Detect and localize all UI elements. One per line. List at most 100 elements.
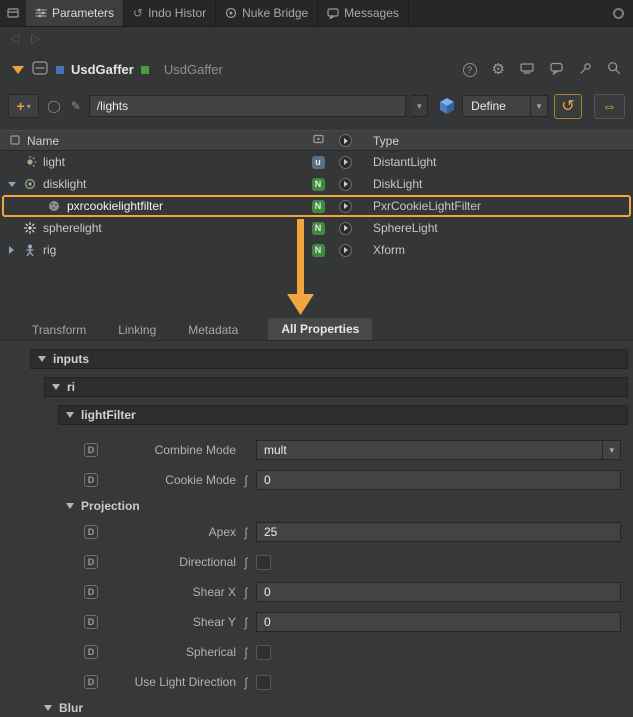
usd-cube-icon (438, 97, 456, 115)
tab-label: Indo Histor (148, 6, 206, 20)
tab-metadata[interactable]: Metadata (186, 320, 240, 340)
name-column-icon (10, 134, 20, 148)
tree-row-spherelight[interactable]: spherelight N SphereLight (0, 217, 633, 239)
param-shear-y: D Shear Y ʃ (0, 607, 633, 637)
name-column-header: Name (0, 134, 305, 148)
activation-toggle-icon[interactable] (339, 244, 352, 257)
expression-icon[interactable]: ʃ (236, 615, 256, 630)
tab-undo-history[interactable]: ↺ Indo Histor (124, 0, 216, 26)
add-prim-button[interactable]: + ▾ (8, 94, 39, 118)
collapse-triangle-icon (66, 412, 74, 418)
chevron-down-icon: ▾ (530, 96, 548, 116)
node-path-label: UsdGaffer (164, 62, 223, 77)
display-options-icon[interactable] (520, 62, 535, 78)
tab-messages[interactable]: Messages (318, 0, 409, 26)
collapse-triangle-icon (44, 705, 52, 711)
parameters-pane: Parameters ↺ Indo Histor Nuke Bridge Mes… (0, 0, 633, 717)
default-flag-badge[interactable]: D (84, 585, 98, 599)
collapse-triangle-icon[interactable] (12, 66, 24, 74)
tree-row-disklight[interactable]: disklight N DiskLight (0, 173, 633, 195)
expression-icon[interactable]: ʃ (236, 525, 256, 540)
search-icon[interactable] (607, 61, 621, 78)
type-column-header: Type (359, 134, 633, 148)
default-flag-badge[interactable]: D (84, 443, 98, 457)
help-icon[interactable]: ? (463, 63, 477, 77)
record-icon[interactable] (603, 0, 633, 26)
expander-open-icon[interactable] (6, 182, 17, 187)
spherical-checkbox[interactable] (256, 645, 271, 660)
distant-light-icon (22, 155, 38, 169)
reload-button[interactable]: ↺ (554, 94, 581, 119)
sliders-icon (35, 7, 47, 19)
default-flag-badge[interactable]: D (84, 645, 98, 659)
prim-path-input[interactable] (89, 95, 406, 117)
composition-badge: N (312, 244, 325, 257)
forward-icon[interactable]: ▷ (31, 31, 40, 45)
back-icon[interactable]: ◁ (10, 31, 19, 45)
pin-icon[interactable] (579, 62, 592, 78)
tab-label: Nuke Bridge (242, 6, 308, 20)
tree-row-light[interactable]: light u DistantLight (0, 151, 633, 173)
apex-input[interactable] (256, 522, 621, 542)
collapse-triangle-icon (38, 356, 46, 362)
collapse-triangle-icon (52, 384, 60, 390)
tab-parameters[interactable]: Parameters (26, 0, 124, 26)
activation-toggle-icon[interactable] (339, 222, 352, 235)
expand-collapse-button[interactable]: ⇔ (594, 94, 625, 119)
composition-badge: u (312, 156, 325, 169)
expression-icon[interactable]: ʃ (236, 585, 256, 600)
group-ri[interactable]: ri (44, 377, 628, 397)
top-tab-bar: Parameters ↺ Indo Histor Nuke Bridge Mes… (0, 0, 633, 27)
activation-toggle-icon[interactable] (339, 178, 352, 191)
combine-mode-select[interactable]: mult ▾ (256, 440, 621, 460)
default-flag-badge[interactable]: D (84, 525, 98, 539)
define-dropdown[interactable]: Define ▾ (462, 95, 548, 117)
input-flag-square[interactable] (56, 66, 64, 74)
chevron-down-icon: ▾ (602, 441, 620, 459)
composition-badge: N (312, 222, 325, 235)
tree-row-pxrcookielightfilter[interactable]: pxrcookielightfilter N PxrCookieLightFil… (0, 195, 633, 217)
param-cookie-mode: D Cookie Mode ʃ (0, 465, 633, 495)
chevron-down-icon: ▾ (417, 101, 422, 112)
expression-icon[interactable]: ʃ (236, 473, 256, 488)
tree-row-rig[interactable]: rig N Xform (0, 239, 633, 261)
cookie-mode-input[interactable] (256, 470, 621, 490)
section-blur[interactable]: Blur (0, 697, 633, 717)
display-column-icon (313, 134, 324, 148)
composition-badge: N (312, 200, 325, 213)
default-flag-badge[interactable]: D (84, 615, 98, 629)
shear-y-input[interactable] (256, 612, 621, 632)
edit-icon[interactable]: ✎ (69, 99, 83, 113)
expression-icon[interactable]: ʃ (236, 555, 256, 570)
tree-header: Name Type (0, 130, 633, 151)
default-flag-badge[interactable]: D (84, 555, 98, 569)
tab-transform[interactable]: Transform (30, 320, 88, 340)
display-flag-square[interactable] (141, 66, 149, 74)
expression-icon[interactable]: ʃ (236, 645, 256, 660)
group-lightfilter[interactable]: lightFilter (58, 405, 628, 425)
node-name: UsdGaffer (71, 62, 134, 77)
group-inputs[interactable]: inputs (30, 349, 628, 369)
activation-toggle-icon[interactable] (339, 156, 352, 169)
reload-icon: ↺ (561, 96, 574, 116)
expression-icon[interactable]: ʃ (236, 675, 256, 690)
shear-x-input[interactable] (256, 582, 621, 602)
expander-closed-icon[interactable] (6, 246, 17, 254)
comment-icon[interactable] (550, 62, 564, 78)
tab-nuke-bridge[interactable]: Nuke Bridge (216, 0, 318, 26)
default-flag-badge[interactable]: D (84, 675, 98, 689)
define-label: Define (471, 99, 506, 113)
property-tab-bar: Transform Linking Metadata All Propertie… (0, 317, 633, 341)
scope-icon[interactable]: ◯ (45, 99, 62, 113)
tab-linking[interactable]: Linking (116, 320, 158, 340)
pane-menu-icon[interactable] (0, 0, 26, 26)
activation-toggle-icon[interactable] (339, 200, 352, 213)
default-flag-badge[interactable]: D (84, 473, 98, 487)
path-history-button[interactable]: ▾ (412, 95, 429, 117)
use-light-direction-checkbox[interactable] (256, 675, 271, 690)
gear-icon[interactable]: ⚙ (492, 62, 505, 77)
tab-all-properties[interactable]: All Properties (268, 318, 372, 340)
param-directional: D Directional ʃ (0, 547, 633, 577)
section-projection[interactable]: Projection (0, 495, 633, 517)
directional-checkbox[interactable] (256, 555, 271, 570)
